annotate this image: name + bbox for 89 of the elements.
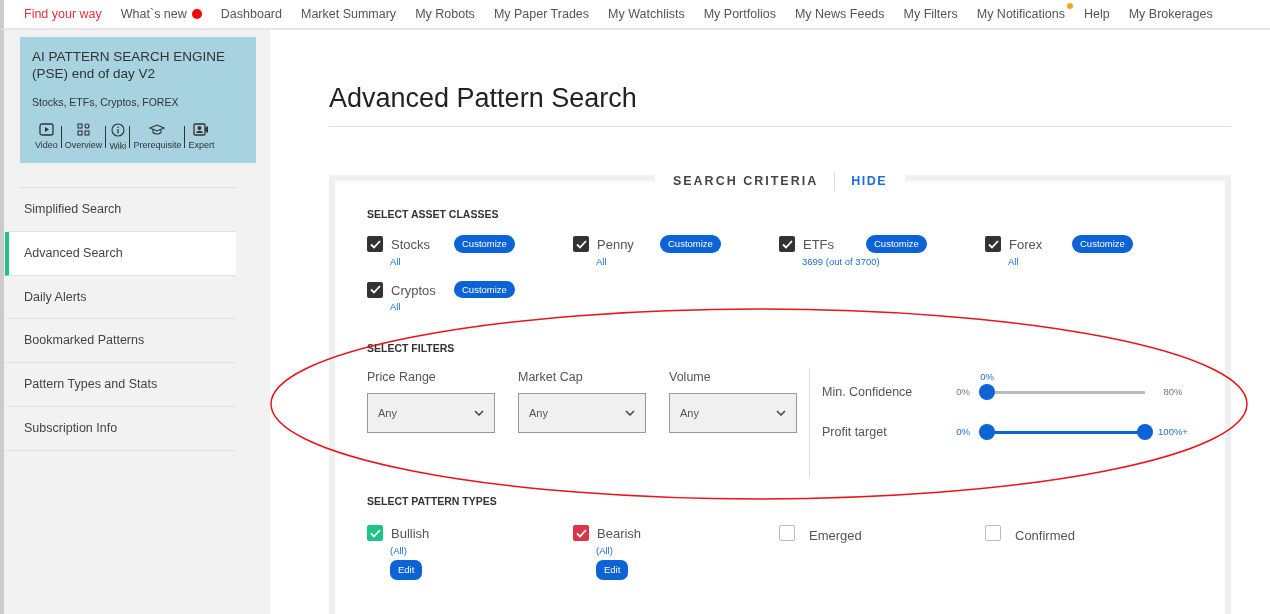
checkbox[interactable] bbox=[367, 236, 383, 253]
selection-link[interactable]: All bbox=[390, 254, 573, 269]
product-subtitle: Stocks, ETFs, Cryptos, FOREX bbox=[32, 94, 180, 110]
sidebar-item[interactable]: Bookmarked Patterns bbox=[5, 319, 236, 363]
person-video-icon bbox=[193, 122, 210, 136]
selection-link[interactable]: (All) bbox=[390, 543, 573, 558]
product-link[interactable]: Overview bbox=[61, 122, 106, 152]
checkbox[interactable] bbox=[985, 236, 1001, 253]
sidebar-item[interactable]: Advanced Search bbox=[5, 231, 236, 276]
checkbox[interactable] bbox=[573, 525, 589, 542]
nav-link[interactable]: Help bbox=[1083, 4, 1110, 24]
product-link[interactable]: Wiki bbox=[106, 122, 130, 153]
info-icon bbox=[110, 122, 125, 137]
checkbox-label: Stocks bbox=[391, 236, 431, 255]
selection-link[interactable]: 3699 (out of 3700) bbox=[802, 254, 985, 269]
product-link[interactable]: Expert bbox=[185, 122, 218, 152]
edit-button[interactable]: Edit bbox=[390, 559, 423, 581]
nav-link[interactable]: My Paper Trades bbox=[493, 4, 590, 24]
graduation-cap-icon bbox=[149, 122, 166, 136]
field-label: Market Cap bbox=[518, 369, 584, 387]
nav-link[interactable]: My Watchlists bbox=[608, 4, 685, 24]
checkbox[interactable] bbox=[573, 236, 589, 253]
checkbox-label: Confirmed bbox=[1015, 527, 1075, 546]
selection-link[interactable]: All bbox=[390, 300, 573, 315]
slider-handle[interactable] bbox=[979, 384, 995, 401]
checkbox[interactable] bbox=[779, 525, 795, 542]
select-field[interactable]: Any bbox=[518, 393, 646, 434]
checkbox-label: Bearish bbox=[597, 525, 642, 544]
sidebar-item[interactable]: Daily Alerts bbox=[5, 275, 236, 320]
selection-link[interactable]: All bbox=[596, 254, 779, 269]
checkbox-label: Penny bbox=[597, 236, 635, 255]
customize-button[interactable]: Customize bbox=[1072, 235, 1133, 253]
chevron-down-icon bbox=[625, 410, 635, 417]
grid-icon bbox=[77, 122, 91, 136]
checkbox-label: Cryptos bbox=[391, 281, 437, 300]
slider-handle[interactable] bbox=[979, 424, 995, 441]
edit-button[interactable]: Edit bbox=[596, 559, 629, 581]
product-title: AI PATTERN SEARCH ENGINE (PSE) end of day V2 bbox=[32, 49, 227, 83]
slider-min: 0% bbox=[955, 385, 971, 400]
slider-max: 80% bbox=[1162, 385, 1184, 400]
page-title: Advanced Pattern Search bbox=[329, 82, 1231, 128]
checkbox[interactable] bbox=[367, 525, 383, 542]
slider-max: 100%+ bbox=[1157, 425, 1189, 440]
customize-button[interactable]: Customize bbox=[454, 235, 515, 253]
field-label: Price Range bbox=[367, 369, 437, 387]
nav-link[interactable]: My Robots bbox=[415, 4, 475, 24]
video-icon bbox=[38, 122, 54, 136]
sidebar-item[interactable]: Subscription Info bbox=[5, 406, 236, 451]
hide-link[interactable]: HIDE bbox=[834, 172, 888, 192]
panel-title: SEARCH CRITERIA bbox=[672, 173, 819, 191]
nav-link[interactable]: My Brokerages bbox=[1128, 4, 1213, 24]
chevron-down-icon bbox=[474, 410, 484, 417]
nav-link[interactable]: Dashboard bbox=[220, 4, 282, 24]
sidebar-item[interactable]: Pattern Types and Stats bbox=[5, 363, 236, 407]
customize-button[interactable]: Customize bbox=[660, 235, 721, 253]
selection-link[interactable]: All bbox=[1008, 254, 1191, 269]
product-link[interactable]: Prerequisite bbox=[130, 122, 185, 152]
nav-link[interactable]: My News Feeds bbox=[794, 4, 885, 24]
slider-label: Profit target bbox=[822, 424, 888, 441]
chevron-down-icon bbox=[776, 410, 786, 417]
slider-handle[interactable] bbox=[1137, 424, 1153, 441]
select-field[interactable]: Any bbox=[367, 393, 495, 434]
slider[interactable] bbox=[979, 424, 1153, 441]
checkbox-label: Bullish bbox=[391, 525, 430, 544]
product-link[interactable]: Video bbox=[32, 122, 61, 152]
section-heading: SELECT ASSET CLASSES bbox=[367, 207, 500, 223]
checkbox-label: Forex bbox=[1009, 236, 1044, 255]
checkbox[interactable] bbox=[779, 236, 795, 253]
selection-link[interactable]: (All) bbox=[596, 543, 779, 558]
section-heading: SELECT FILTERS bbox=[367, 340, 456, 356]
nav-link[interactable]: My Filters bbox=[903, 4, 958, 24]
customize-button[interactable]: Customize bbox=[454, 280, 515, 299]
nav-link[interactable]: My Portfolios bbox=[703, 4, 776, 24]
section-heading: SELECT PATTERN TYPES bbox=[367, 494, 498, 510]
slider-value: 0% bbox=[980, 369, 994, 384]
nav-link[interactable]: What`s new bbox=[120, 4, 202, 24]
checkbox-label: ETFs bbox=[803, 236, 836, 255]
nav-link[interactable]: My Notifications bbox=[976, 4, 1065, 24]
sidebar-item[interactable]: Simplified Search bbox=[5, 188, 236, 232]
nav-link[interactable]: Find your way bbox=[24, 4, 102, 24]
checkbox[interactable] bbox=[985, 525, 1001, 542]
customize-button[interactable]: Customize bbox=[866, 235, 927, 253]
slider-min: 0% bbox=[955, 425, 971, 440]
checkbox-label: Emerged bbox=[809, 527, 862, 546]
checkbox[interactable] bbox=[367, 281, 383, 298]
slider-label: Min. Confidence bbox=[822, 384, 914, 401]
select-field[interactable]: Any bbox=[669, 393, 797, 434]
field-label: Volume bbox=[669, 369, 712, 387]
nav-link[interactable]: Market Summary bbox=[300, 4, 397, 24]
